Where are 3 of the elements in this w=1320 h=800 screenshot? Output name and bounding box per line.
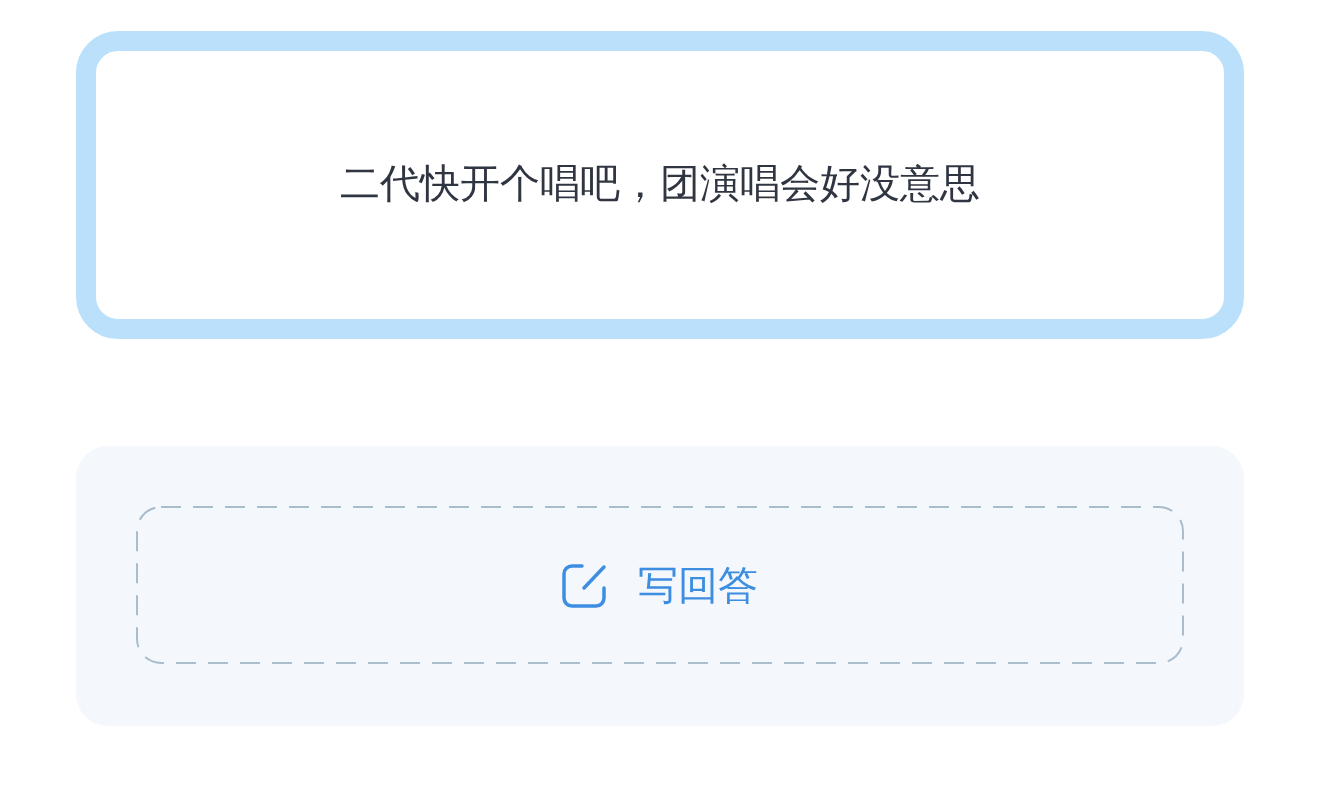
write-answer-button[interactable]: 写回答 — [136, 506, 1184, 664]
edit-icon — [562, 562, 608, 608]
question-text: 二代快开个唱吧，团演唱会好没意思 — [340, 160, 980, 207]
